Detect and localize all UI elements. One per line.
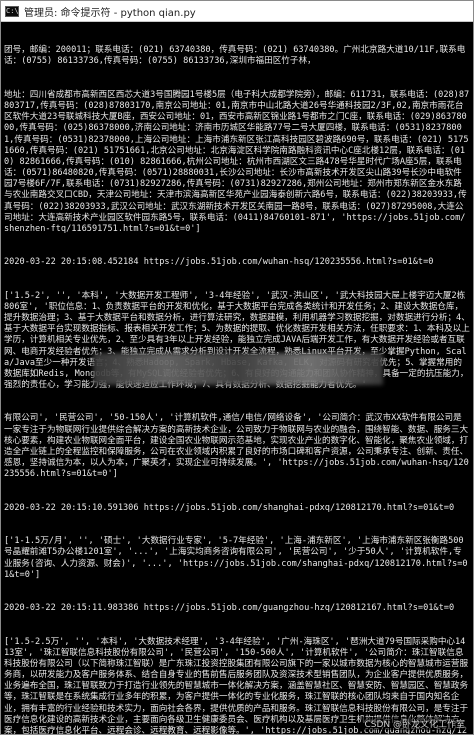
console-line: 团号，邮编：200011；联系电话：(021) 63740380，传真号码：(0… <box>4 45 466 67</box>
window-title: 管理员: 命令提示符 - python qian.py <box>24 7 196 19</box>
console-line: 地址：四川省成都市高新西区西芯大道3号国腾园1号楼5层（电子科大成都学院旁），邮… <box>4 89 470 234</box>
csdn-watermark: CSDN @卧龙文化工作室 <box>362 717 467 730</box>
console-line: 2020-03-22 20:15:08.452184 https://jobs.… <box>4 257 434 268</box>
console-line: 2020-03-22 20:15:11.983386 https://jobs.… <box>4 603 455 614</box>
command-prompt-window: C:\ 管理员: 命令提示符 - python qian.py 团号，邮编：20… <box>0 0 474 735</box>
console-line: ['1-1.5万/月', '', '硕士', '大数据行业专家', '5-7年经… <box>4 536 468 580</box>
title-bar[interactable]: C:\ 管理员: 命令提示符 - python qian.py <box>1 1 473 22</box>
cmd-app-icon: C:\ <box>5 5 19 17</box>
redaction-blur <box>93 353 383 385</box>
console-line: 有限公司', '民营公司', '50-150人', '计算机软件,通信/电信/网… <box>4 413 469 480</box>
console-line: 2020-03-22 20:15:10.591306 https://jobs.… <box>4 502 455 513</box>
